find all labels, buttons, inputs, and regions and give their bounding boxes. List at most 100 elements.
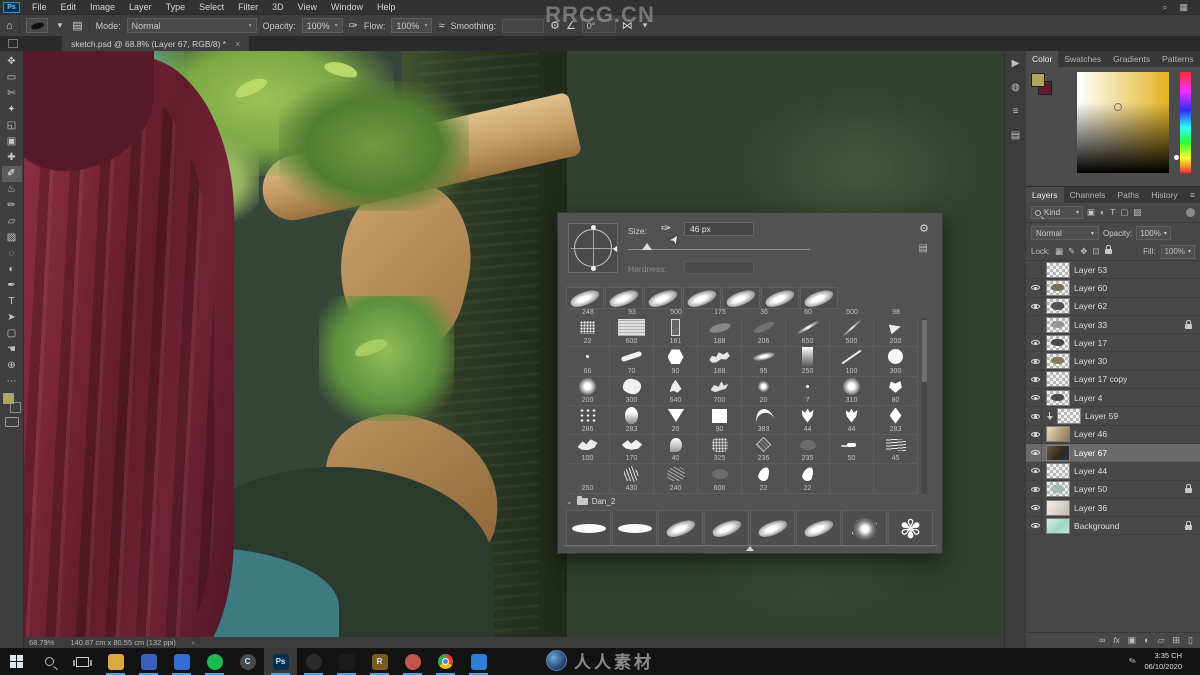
photos[interactable]: [462, 648, 495, 675]
brush-preset[interactable]: 45: [874, 435, 918, 465]
menu-edit[interactable]: Edit: [54, 2, 84, 12]
brush-angle-icon[interactable]: ∠: [566, 19, 576, 32]
photoshop[interactable]: Ps: [264, 648, 297, 675]
menu-layer[interactable]: Layer: [122, 2, 159, 12]
brush-preset[interactable]: 200: [874, 318, 918, 348]
tab-color[interactable]: Color: [1026, 51, 1059, 67]
layer-row[interactable]: Layer 36: [1026, 498, 1200, 518]
brush-preset[interactable]: 20: [742, 376, 786, 406]
app-palette[interactable]: [396, 648, 429, 675]
app-gold[interactable]: R: [363, 648, 396, 675]
tab-channels[interactable]: Channels: [1064, 187, 1112, 203]
app-circle-c[interactable]: C: [231, 648, 264, 675]
brush-settings-toggle-icon[interactable]: ▤: [72, 19, 82, 32]
layer-row[interactable]: Layer 44: [1026, 462, 1200, 481]
start-button[interactable]: [0, 648, 33, 675]
brush-preset[interactable]: 240: [654, 464, 698, 494]
brush-preset[interactable]: 66: [566, 347, 610, 377]
recent-brush[interactable]: [605, 287, 643, 309]
symmetry-icon[interactable]: ⋈: [622, 19, 633, 32]
zoom-level[interactable]: 68.79%: [29, 638, 54, 647]
layer-row[interactable]: Layer 62: [1026, 297, 1200, 316]
size-slider[interactable]: [628, 249, 810, 250]
brush-preset[interactable]: 236: [742, 435, 786, 465]
brush-preset-large[interactable]: [842, 510, 887, 547]
filter-toggle-icon[interactable]: [1186, 208, 1195, 217]
brush-preset[interactable]: 170: [610, 435, 654, 465]
history-brush-tool[interactable]: ✏: [2, 198, 22, 214]
layer-row[interactable]: Layer 17 copy: [1026, 370, 1200, 390]
app-blue-check[interactable]: [132, 648, 165, 675]
app-dark[interactable]: [330, 648, 363, 675]
menu-3d[interactable]: 3D: [265, 2, 291, 12]
brush-preset[interactable]: 283: [874, 405, 918, 436]
chrome[interactable]: [429, 648, 462, 675]
hand-tool[interactable]: ☚: [2, 342, 22, 358]
opacity-dropdown[interactable]: 100% ▾: [301, 18, 343, 33]
brush-preset[interactable]: 188: [698, 318, 742, 348]
brush-preset[interactable]: 206: [742, 318, 786, 348]
brush-preset[interactable]: 250: [786, 347, 830, 377]
brush-preset[interactable]: 235: [786, 435, 830, 465]
layer-row[interactable]: Layer 53: [1026, 261, 1200, 280]
brush-preset[interactable]: 383: [742, 405, 786, 436]
pressure-size-icon[interactable]: ✑: [661, 221, 671, 235]
recent-brush[interactable]: [566, 287, 604, 309]
menu-window[interactable]: Window: [324, 2, 370, 12]
app-blue-book[interactable]: [165, 648, 198, 675]
scrollbar-thumb[interactable]: [922, 320, 927, 382]
brush-preset[interactable]: 310: [830, 376, 874, 406]
task-view-button[interactable]: [66, 648, 99, 675]
brush-preset-large[interactable]: [612, 510, 657, 547]
adjustment-layer-icon[interactable]: ◐: [1144, 636, 1149, 645]
brush-preset[interactable]: 100: [566, 435, 610, 465]
menu-type[interactable]: Type: [159, 2, 193, 12]
tab-gradients[interactable]: Gradients: [1107, 51, 1156, 67]
layer-row[interactable]: Layer 59: [1026, 407, 1200, 426]
brush-preset-large[interactable]: [658, 510, 703, 547]
hue-slider-thumb[interactable]: [1174, 155, 1179, 160]
symmetry-caret[interactable]: ▾: [639, 18, 652, 33]
dial-arrow[interactable]: [613, 246, 617, 252]
visibility-toggle[interactable]: [1029, 370, 1042, 389]
filter-pixel-layers-icon[interactable]: ▣: [1087, 207, 1095, 218]
layer-row[interactable]: Layer 30: [1026, 352, 1200, 371]
layer-row[interactable]: Layer 17: [1026, 334, 1200, 353]
kind-dropdown[interactable]: Kind ▾: [1031, 206, 1083, 219]
brush-preset[interactable]: 300: [610, 376, 654, 406]
brush-preset[interactable]: 44: [786, 405, 830, 436]
brush-preset[interactable]: 70: [610, 347, 654, 377]
search-icon[interactable]: ⌕: [1162, 2, 1167, 13]
pen-tool[interactable]: ✒: [2, 278, 22, 294]
layer-group-icon[interactable]: ▱: [1158, 636, 1165, 645]
crop-tool[interactable]: ◱: [2, 118, 22, 134]
dial-dot[interactable]: [591, 225, 596, 230]
visibility-toggle[interactable]: [1029, 425, 1042, 443]
brush-preset-large[interactable]: [796, 510, 841, 547]
layer-mask-icon[interactable]: ▣: [1128, 636, 1137, 645]
brush-preset[interactable]: 283: [610, 405, 654, 436]
workspace-icon[interactable]: ▦: [1179, 2, 1188, 13]
opacity-dropdown[interactable]: 100% ▾: [1136, 226, 1171, 240]
dial-dot[interactable]: [591, 266, 596, 271]
brush-preset[interactable]: 161: [654, 318, 698, 348]
marquee-tool[interactable]: ▭: [2, 70, 22, 86]
type-tool[interactable]: T: [2, 294, 22, 310]
shape-tool[interactable]: ▢: [2, 326, 22, 342]
brush-preset[interactable]: 7: [786, 376, 830, 406]
brush-preset[interactable]: 22: [742, 464, 786, 494]
menu-filter[interactable]: Filter: [231, 2, 265, 12]
gear-icon[interactable]: ⚙: [919, 222, 929, 235]
brush-preset[interactable]: 80: [874, 376, 918, 406]
brush-preset[interactable]: 90: [698, 405, 742, 436]
brush-preset[interactable]: 90: [654, 347, 698, 377]
brush-preset[interactable]: 430: [610, 464, 654, 494]
menu-file[interactable]: File: [25, 2, 54, 12]
filter-adjustment-layers-icon[interactable]: ◐: [1100, 207, 1105, 218]
quick-mask-icon[interactable]: [4, 417, 19, 427]
search-button[interactable]: [33, 648, 66, 675]
menu-help[interactable]: Help: [370, 2, 403, 12]
chevron-down-icon[interactable]: ⌄: [566, 497, 573, 506]
filter-type-layers-icon[interactable]: T: [1110, 207, 1115, 218]
lock-position-icon[interactable]: ✥: [1080, 246, 1087, 257]
